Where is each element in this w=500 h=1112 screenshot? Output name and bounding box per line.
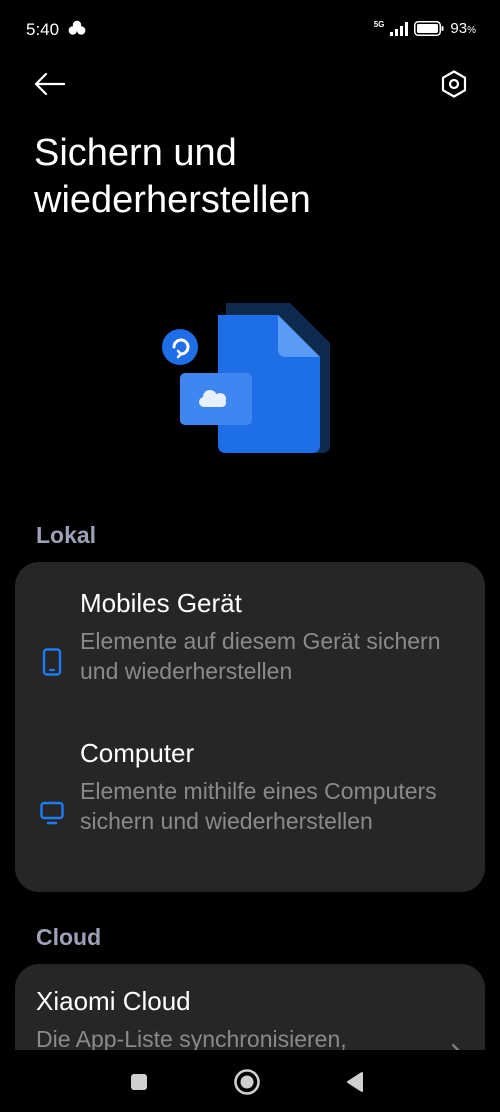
phone-icon: [42, 648, 62, 676]
battery-percentage: 93%: [450, 20, 476, 37]
computer-option[interactable]: Computer Elemente mithilfe eines Compute…: [15, 738, 485, 878]
computer-title: Computer: [80, 738, 195, 768]
triangle-back-icon: [347, 1072, 363, 1092]
status-time: 5:40: [26, 20, 60, 39]
navigation-bar: [0, 1050, 500, 1112]
home-button[interactable]: [232, 1067, 262, 1097]
mobile-device-description: Elemente auf diesem Gerät sichern und wi…: [80, 628, 441, 684]
status-indicators: 5G 93%: [374, 20, 476, 37]
xiaomi-cloud-title: Xiaomi Cloud: [36, 986, 191, 1016]
arrow-left-icon: [35, 73, 65, 95]
section-label-local: Lokal: [36, 522, 97, 548]
hexagon-gear-icon: [441, 70, 467, 98]
battery-icon: [414, 21, 444, 36]
square-icon: [131, 1074, 147, 1090]
backup-illustration: [162, 303, 330, 453]
signal-icon: [390, 21, 409, 36]
section-label-cloud: Cloud: [36, 924, 102, 950]
network-type-label: 5G: [373, 19, 385, 29]
mobile-device-option[interactable]: Mobiles Gerät Elemente auf diesem Gerät …: [15, 588, 485, 718]
mobile-device-title: Mobiles Gerät: [80, 588, 242, 618]
recents-button[interactable]: [124, 1067, 154, 1097]
computer-description: Elemente mithilfe eines Computers sicher…: [80, 778, 437, 834]
cloud-notification-icon: [68, 20, 86, 35]
circle-icon: [234, 1069, 260, 1095]
nav-back-button[interactable]: [340, 1067, 370, 1097]
monitor-icon: [40, 801, 64, 825]
settings-button[interactable]: [432, 64, 476, 104]
local-options-card: Mobiles Gerät Elemente auf diesem Gerät …: [15, 562, 485, 892]
back-button[interactable]: [28, 64, 72, 104]
page-title: Sichern und wiederherstellen: [34, 132, 311, 221]
status-bar: 5:40 5G 93%: [0, 0, 500, 60]
